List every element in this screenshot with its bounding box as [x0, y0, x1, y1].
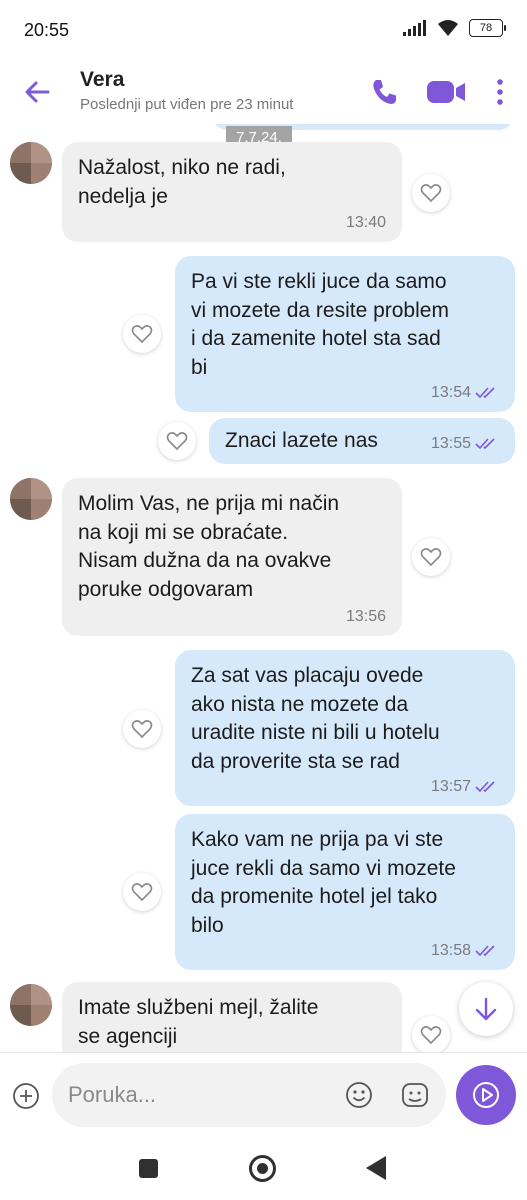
message-list[interactable]: 7.7.24. Nažalost, niko ne radi, nedelja …: [0, 124, 527, 1052]
wifi-icon: [438, 20, 458, 36]
outgoing-message[interactable]: Kako vam ne prija pa vi ste juce rekli d…: [175, 814, 515, 970]
heart-icon: [420, 184, 442, 203]
like-button[interactable]: [412, 174, 450, 212]
message-composer: [0, 1052, 527, 1136]
avatar[interactable]: [10, 142, 52, 184]
system-navigation-bar: [0, 1136, 527, 1200]
like-button[interactable]: [158, 422, 196, 460]
back-arrow-icon[interactable]: [20, 74, 56, 110]
send-button[interactable]: [456, 1065, 516, 1125]
incoming-message[interactable]: Molim Vas, ne prija mi način na koji mi …: [62, 478, 402, 636]
heart-icon: [420, 548, 442, 567]
arrow-down-icon: [475, 997, 497, 1021]
sticker-icon[interactable]: [400, 1080, 430, 1110]
message-time: 13:55: [430, 435, 471, 452]
chat-header: Vera Poslednji put viđen pre 23 minut: [0, 60, 527, 124]
message-time: 13:58: [430, 942, 471, 959]
message-text: Nažalost, niko ne radi, nedelja je: [78, 156, 286, 208]
message-text: Za sat vas placaju ovede ako nista ne mo…: [191, 664, 440, 773]
read-ticks-icon: [475, 387, 495, 399]
heart-icon: [420, 1026, 442, 1045]
like-button[interactable]: [412, 1016, 450, 1052]
outgoing-message[interactable]: Pa vi ste rekli juce da samo vi mozete d…: [175, 256, 515, 412]
like-button[interactable]: [123, 873, 161, 911]
message-time: 13:56: [345, 608, 386, 625]
avatar[interactable]: [10, 984, 52, 1026]
scroll-to-bottom-button[interactable]: [459, 982, 513, 1036]
recent-apps-button[interactable]: [139, 1159, 158, 1178]
incoming-message[interactable]: Nažalost, niko ne radi, nedelja je 13:40: [62, 142, 402, 242]
video-call-icon[interactable]: [425, 75, 467, 109]
outgoing-message[interactable]: Za sat vas placaju ovede ako nista ne mo…: [175, 650, 515, 806]
like-button[interactable]: [123, 315, 161, 353]
outgoing-message[interactable]: Znaci lazete nas 13:55: [209, 418, 515, 464]
send-icon: [473, 1082, 499, 1108]
heart-icon: [166, 432, 188, 451]
read-ticks-icon: [475, 438, 495, 450]
status-time: 20:55: [24, 20, 70, 40]
heart-icon: [131, 325, 153, 344]
emoji-icon[interactable]: [344, 1080, 374, 1110]
signal-icon: [403, 20, 426, 36]
status-icons: 78: [403, 19, 506, 37]
home-button[interactable]: [249, 1155, 276, 1182]
heart-icon: [131, 883, 153, 902]
plus-icon[interactable]: [12, 1082, 40, 1110]
message-text: Molim Vas, ne prija mi način na koji mi …: [78, 492, 340, 601]
message-input-container: [52, 1063, 446, 1127]
avatar[interactable]: [10, 478, 52, 520]
read-ticks-icon: [475, 945, 495, 957]
status-bar: 20:55 78: [0, 0, 527, 60]
phone-call-icon[interactable]: [367, 75, 401, 109]
message-input[interactable]: [68, 1063, 328, 1127]
incoming-message[interactable]: Imate službeni mejl, žalite se agenciji: [62, 982, 402, 1052]
battery-icon: 78: [469, 19, 506, 37]
message-time: 13:57: [430, 778, 471, 795]
heart-icon: [131, 720, 153, 739]
message-text: Imate službeni mejl, žalite se agenciji: [78, 996, 319, 1048]
message-time: 13:54: [430, 384, 471, 401]
last-seen-status: Poslednji put viđen pre 23 minut: [80, 96, 294, 113]
more-options-icon[interactable]: [487, 73, 513, 111]
message-time: 13:40: [345, 214, 386, 231]
message-text: Kako vam ne prija pa vi ste juce rekli d…: [191, 828, 456, 937]
like-button[interactable]: [412, 538, 450, 576]
contact-name[interactable]: Vera: [80, 68, 124, 92]
battery-level: 78: [479, 22, 493, 34]
like-button[interactable]: [123, 710, 161, 748]
read-ticks-icon: [475, 781, 495, 793]
back-button[interactable]: [366, 1156, 386, 1180]
message-text: Pa vi ste rekli juce da samo vi mozete d…: [191, 270, 449, 379]
